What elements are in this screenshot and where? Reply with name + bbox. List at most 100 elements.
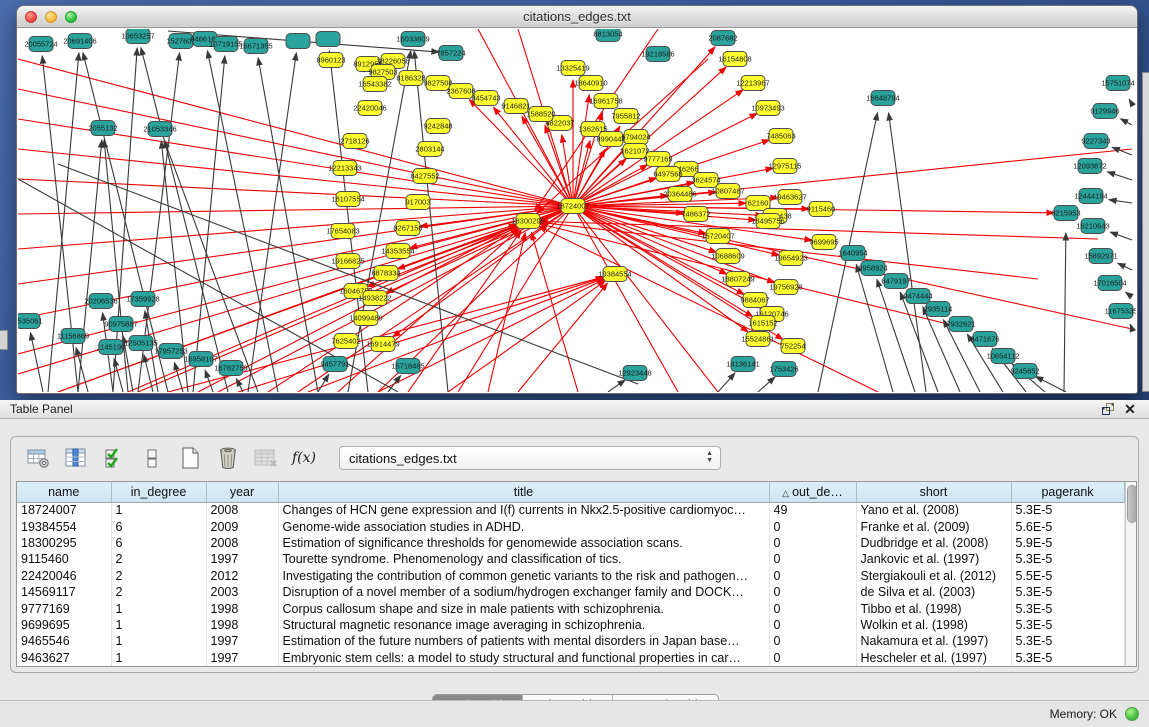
table-row[interactable]: 1456911722003Disruption of a novel membe… [17, 584, 1124, 600]
column-header-name[interactable]: name [17, 482, 111, 502]
network-node[interactable]: 16648794 [866, 91, 899, 106]
network-node[interactable]: 7955812 [611, 109, 640, 124]
network-node[interactable]: 8878334 [371, 266, 400, 281]
network-node[interactable]: 2087682 [708, 31, 737, 46]
network-window[interactable]: citations_edges.txt 18724007183002951938… [17, 6, 1137, 393]
network-node[interactable]: 7932621 [946, 317, 975, 332]
network-node[interactable]: 16782759 [214, 361, 247, 376]
network-node[interactable]: 12505135 [124, 336, 157, 351]
network-node[interactable]: 17654083 [326, 224, 359, 239]
network-node[interactable]: 1588520 [526, 107, 555, 122]
network-node[interactable]: 15718485 [391, 359, 424, 374]
close-icon[interactable]: ✕ [1119, 401, 1141, 417]
network-node[interactable]: 10719155 [209, 37, 242, 52]
column-header-title[interactable]: title [278, 482, 769, 502]
network-node[interactable]: 7486372 [681, 207, 710, 222]
network-node[interactable]: 1753426 [769, 362, 798, 377]
network-node[interactable]: 9699695 [809, 235, 838, 250]
network-node[interactable]: 15720407 [701, 229, 734, 244]
network-node[interactable]: 17016504 [1093, 276, 1126, 291]
network-node[interactable]: 2803144 [415, 142, 444, 157]
column-header-pagerank[interactable]: pagerank [1011, 482, 1124, 502]
column-header-indegree[interactable]: in_degree [111, 482, 206, 502]
table-row[interactable]: 969969511998Structural magnetic resonanc… [17, 617, 1124, 633]
network-node[interactable]: 16033809 [396, 32, 429, 47]
network-node[interactable]: 8215953 [1051, 206, 1080, 221]
network-node[interactable]: 16958107 [184, 352, 217, 367]
network-node[interactable]: 19654923 [774, 251, 807, 266]
network-node[interactable]: 10973493 [751, 101, 784, 116]
network-node[interactable]: 752254 [780, 339, 805, 354]
network-node[interactable]: 18724007 [556, 199, 589, 214]
table-row[interactable]: 2242004622012Investigating the contribut… [17, 568, 1124, 584]
table-selector[interactable]: citations_edges.txt ▲▼ [339, 446, 721, 470]
network-node[interactable]: 22420046 [353, 101, 386, 116]
network-node[interactable]: 10688609 [711, 249, 744, 264]
show-columns-icon[interactable] [63, 445, 89, 471]
network-node[interactable]: 18300295 [511, 214, 544, 229]
function-builder-icon[interactable]: f(x) [291, 445, 317, 471]
network-node[interactable]: 2718126 [340, 134, 369, 149]
network-node[interactable]: 12923448 [618, 366, 651, 381]
network-node[interactable]: 2055132 [88, 121, 117, 136]
network-node[interactable]: 14136141 [726, 357, 759, 372]
network-node[interactable]: 15524861 [741, 332, 774, 347]
table-row[interactable]: 911546021997Tourette syndrome. Phenomeno… [17, 551, 1124, 567]
network-node[interactable]: 9457791 [320, 357, 349, 372]
network-node[interactable]: 1535061 [18, 314, 43, 329]
network-node[interactable]: 1615152 [748, 316, 777, 331]
network-node[interactable]: 19384554 [598, 267, 631, 282]
network-node[interactable]: 16210643 [1076, 219, 1109, 234]
network-node[interactable]: 6479197 [881, 274, 910, 289]
network-node[interactable]: 18107554 [331, 192, 364, 207]
network-node[interactable]: 7857224 [436, 46, 465, 61]
network-node[interactable]: 8960123 [316, 53, 345, 68]
select-all-icon[interactable] [101, 445, 127, 471]
delete-table-icon[interactable] [253, 445, 279, 471]
network-node[interactable] [316, 32, 340, 47]
network-node[interactable]: 9777169 [643, 152, 672, 167]
network-node[interactable]: 7485063 [766, 129, 795, 144]
network-node[interactable]: 2935114 [924, 302, 953, 317]
network-node[interactable]: 14353554 [381, 244, 414, 259]
node-table[interactable]: namein_degreeyeartitle△out_de…shortpager… [17, 482, 1125, 666]
network-node[interactable]: 9474444 [903, 289, 932, 304]
network-node[interactable]: 20055724 [24, 37, 57, 52]
network-node[interactable]: 21053346 [143, 122, 176, 137]
network-node[interactable]: 14938222 [358, 291, 391, 306]
network-node[interactable]: 20691406 [63, 34, 96, 49]
network-node[interactable]: 6497568 [653, 167, 682, 182]
network-node[interactable]: 8186328 [396, 71, 425, 86]
network-node[interactable]: 18495756 [751, 214, 784, 229]
network-node[interactable]: 12444194 [1074, 189, 1107, 204]
network-node[interactable]: 3624574 [691, 173, 720, 188]
network-node[interactable]: 12093872 [1073, 159, 1106, 174]
delete-icon[interactable] [215, 445, 241, 471]
network-node[interactable]: 10654112 [987, 349, 1020, 364]
network-node[interactable]: 9242848 [423, 119, 452, 134]
network-node[interactable]: 16914479 [366, 337, 399, 352]
network-node[interactable]: 8958924 [858, 261, 887, 276]
network-node[interactable]: 18807249 [721, 272, 754, 287]
network-node[interactable]: 19218586 [641, 47, 674, 62]
unselect-all-icon[interactable] [139, 445, 165, 471]
network-node[interactable]: 11675335 [1105, 304, 1136, 319]
column-header-short[interactable]: short [856, 482, 1011, 502]
network-node[interactable]: 9129946 [1090, 104, 1119, 119]
network-node[interactable]: 15751074 [1101, 76, 1134, 91]
network-node[interactable]: 8454743 [471, 91, 500, 106]
network-node[interactable]: 9227343 [1081, 134, 1110, 149]
network-node[interactable]: 16671355 [239, 39, 272, 54]
network-node[interactable]: 1640954 [838, 246, 867, 261]
column-header-year[interactable]: year [206, 482, 278, 502]
network-node[interactable]: 8427552 [410, 169, 439, 184]
network-node[interactable]: 13325419 [556, 61, 589, 76]
table-settings-icon[interactable] [25, 445, 51, 471]
network-node[interactable]: 20364486 [663, 187, 696, 202]
column-header-outde[interactable]: △out_de… [769, 482, 856, 502]
network-node[interactable]: 8471676 [970, 332, 999, 347]
table-row[interactable]: 1938455462009Genome-wide association stu… [17, 518, 1124, 534]
network-node[interactable]: 917003 [405, 195, 430, 210]
table-row[interactable]: 946554611997Estimation of the future num… [17, 633, 1124, 649]
network-node[interactable]: 15892971 [1084, 249, 1117, 264]
